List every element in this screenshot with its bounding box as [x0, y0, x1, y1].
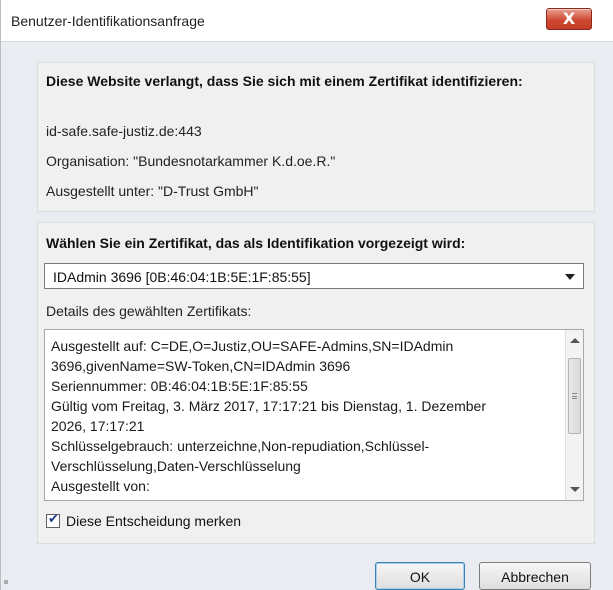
certificate-heading: Wählen Sie ein Zertifikat, das als Ident…	[46, 235, 466, 251]
title-bar[interactable]: Benutzer-Identifikationsanfrage X	[1, 0, 613, 42]
close-button[interactable]: X	[546, 8, 592, 30]
cancel-button[interactable]: Abbrechen	[479, 562, 591, 590]
window-title: Benutzer-Identifikationsanfrage	[11, 13, 205, 29]
resize-grip	[4, 580, 8, 584]
grip-icon	[572, 393, 577, 399]
scrollbar-thumb[interactable]	[568, 358, 581, 434]
details-scrollbar[interactable]	[565, 330, 583, 500]
request-host: id-safe.safe-justiz.de:443	[46, 123, 202, 139]
ok-button[interactable]: OK	[375, 562, 465, 590]
close-icon: X	[562, 9, 576, 28]
remember-label[interactable]: Diese Entscheidung merken	[66, 513, 241, 529]
request-organization: Organisation: "Bundesnotarkammer K.d.oe.…	[46, 153, 336, 169]
details-line: Gültig vom Freitag, 3. März 2017, 17:17:…	[51, 398, 486, 414]
details-line: Ausgestellt auf: C=DE,O=Justiz,OU=SAFE-A…	[51, 338, 454, 354]
dialog-window: Benutzer-Identifikationsanfrage X Diese …	[0, 0, 613, 590]
remember-checkbox[interactable]: ✔	[46, 512, 60, 528]
certificate-details-text: Ausgestellt auf: C=DE,O=Justiz,OU=SAFE-A…	[51, 336, 561, 496]
request-heading: Diese Website verlangt, dass Sie sich mi…	[46, 73, 523, 89]
certificate-select[interactable]: IDAdmin 3696 [0B:46:04:1B:5E:1F:85:55]	[44, 263, 584, 289]
details-line: Seriennummer: 0B:46:04:1B:5E:1F:85:55	[51, 378, 308, 394]
details-line: 3696,givenName=SW-Token,CN=IDAdmin 3696	[51, 358, 351, 374]
details-line: Verschlüsselung,Daten-Verschlüsselung	[51, 458, 301, 474]
request-info-group: Diese Website verlangt, dass Sie sich mi…	[37, 62, 595, 212]
certificate-select-value: IDAdmin 3696 [0B:46:04:1B:5E:1F:85:55]	[53, 269, 311, 285]
details-line: Schlüsselgebrauch: unterzeichne,Non-repu…	[51, 438, 430, 454]
details-label: Details des gewählten Zertifikats:	[46, 303, 252, 319]
request-issued-under: Ausgestellt unter: "D-Trust GmbH"	[46, 183, 259, 199]
details-line: Ausgestellt von:	[51, 478, 150, 494]
certificate-details-box[interactable]: Ausgestellt auf: C=DE,O=Justiz,OU=SAFE-A…	[44, 329, 584, 501]
chevron-down-icon	[565, 274, 575, 280]
scroll-up-icon[interactable]	[570, 338, 580, 343]
scroll-down-icon[interactable]	[570, 487, 580, 492]
certificate-group: Wählen Sie ein Zertifikat, das als Ident…	[37, 222, 595, 544]
details-line: 2026, 17:17:21	[51, 418, 145, 434]
checkmark-icon: ✔	[48, 512, 59, 527]
